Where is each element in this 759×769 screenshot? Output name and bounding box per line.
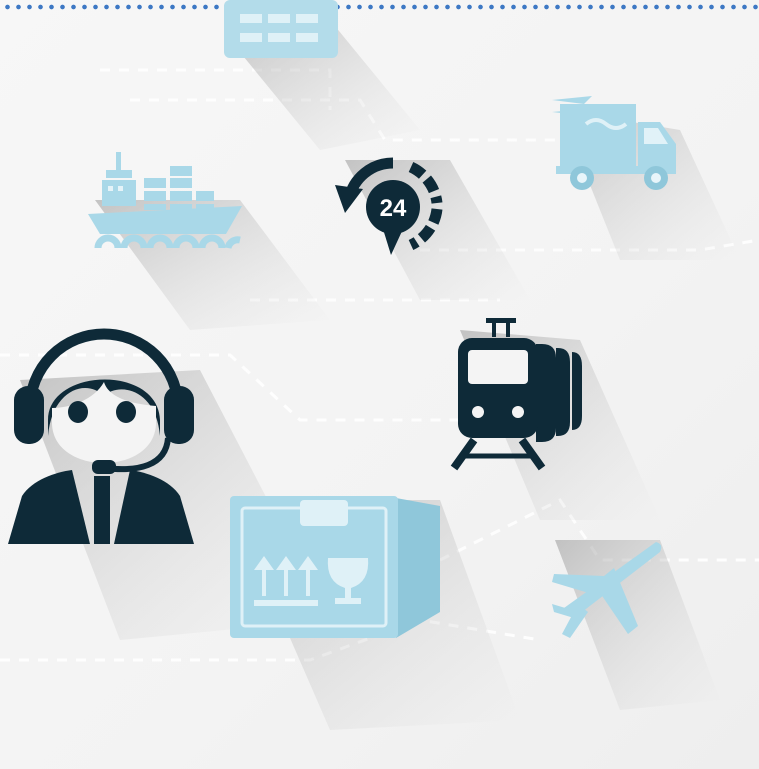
clock-24-icon: 24	[335, 157, 443, 255]
logistics-illustration: 24	[0, 0, 759, 769]
delivery-truck-icon	[552, 96, 676, 190]
package-box-icon	[230, 496, 440, 638]
train-icon	[450, 318, 582, 471]
airplane-icon	[552, 542, 662, 638]
crate-icon	[224, 0, 338, 58]
cargo-ship-icon	[88, 152, 242, 249]
clock-24-label: 24	[380, 195, 407, 222]
customer-support-agent-icon	[8, 328, 194, 544]
